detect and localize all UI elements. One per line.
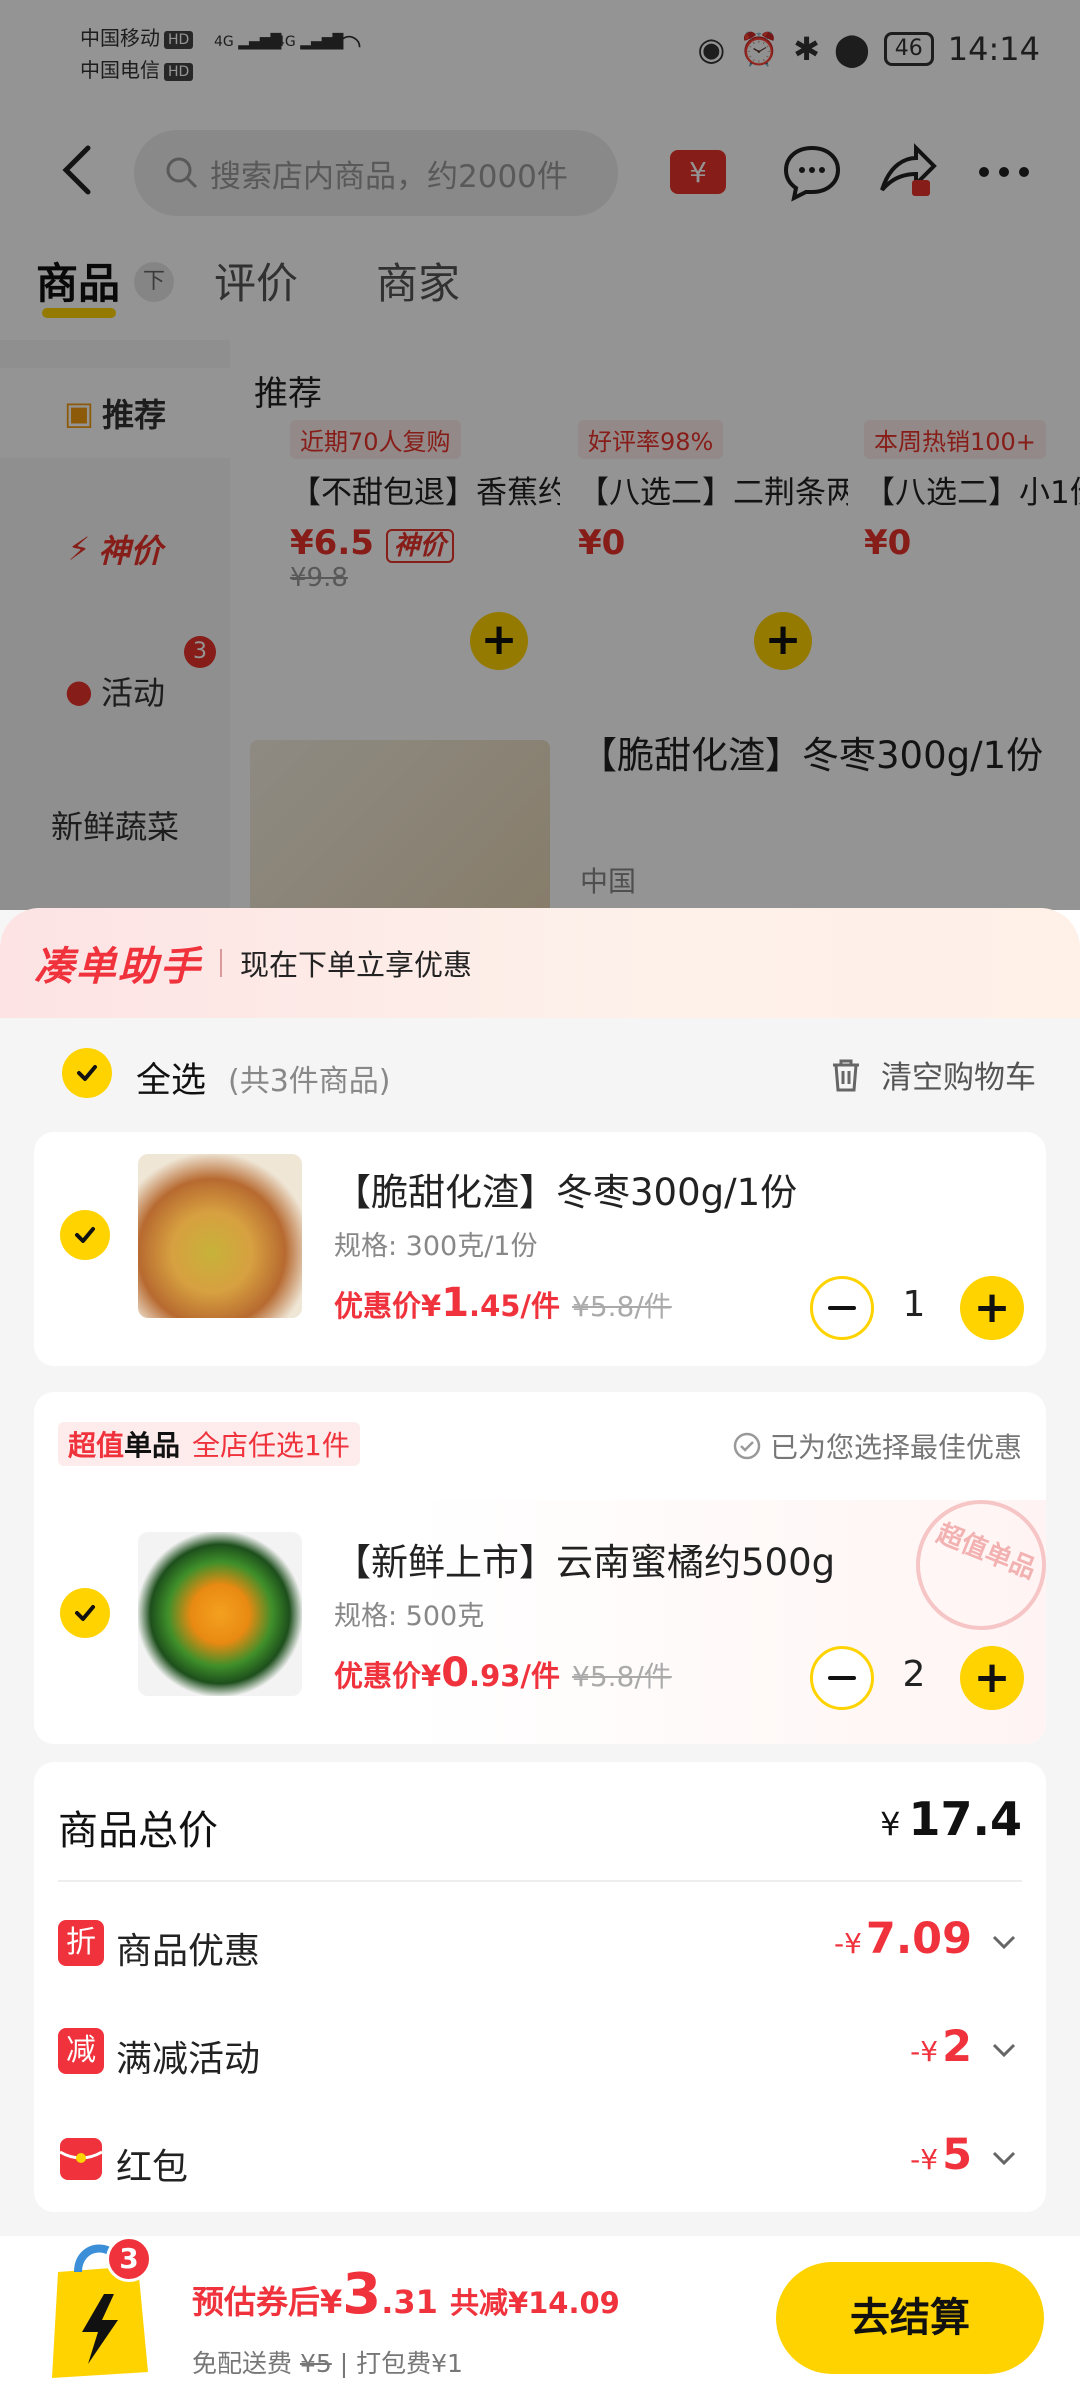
deal-item-card: 超值 单品 全店任选1件 已为您选择最佳优惠 超值单品 【新鲜上市】云南蜜橘约5… bbox=[34, 1392, 1046, 1744]
deal-any: 全店任选1件 bbox=[192, 1429, 350, 1462]
discount-label: 满减活动 bbox=[116, 2039, 261, 2080]
total-value: 17.4 bbox=[908, 1792, 1023, 1846]
price-integer: 1 bbox=[441, 1280, 470, 1326]
currency: ¥ bbox=[880, 1805, 901, 1843]
deal-tag: 超值 bbox=[68, 1429, 125, 1462]
item-checkbox[interactable] bbox=[60, 1210, 110, 1260]
item-spec: 规格: 500克 bbox=[334, 1601, 485, 1632]
est-label: 预估券后 bbox=[192, 2283, 321, 2321]
est-integer: 3 bbox=[342, 2262, 382, 2327]
deal-header: 超值 单品 全店任选1件 bbox=[58, 1422, 360, 1466]
deal-stamp: 超值单品 bbox=[896, 1480, 1046, 1650]
price-summary: 商品总价 ¥17.4 折 商品优惠 -¥7.09 减 满减活动 -¥2 红包 -… bbox=[34, 1762, 1046, 2212]
chevron-down-icon bbox=[992, 1935, 1016, 1950]
old-price: ¥5.8/件 bbox=[572, 1290, 672, 1323]
decrease-quantity-button[interactable] bbox=[810, 1276, 874, 1340]
discount-label: 商品优惠 bbox=[116, 1931, 261, 1972]
delivery-fee: ¥5 bbox=[299, 2349, 332, 2378]
dim-overlay[interactable] bbox=[0, 0, 1080, 910]
item-spec: 规格: 300克/1份 bbox=[334, 1231, 538, 1262]
select-all-checkbox[interactable] bbox=[62, 1048, 112, 1098]
item-checkbox[interactable] bbox=[60, 1588, 110, 1638]
quantity-value: 2 bbox=[902, 1654, 926, 1695]
divider bbox=[220, 949, 222, 977]
discount-row-threshold[interactable]: 减 满减活动 -¥2 bbox=[58, 2022, 1022, 2082]
item-title: 【脆甜化渣】冬枣300g/1份 bbox=[334, 1171, 798, 1214]
fee-info: 免配送费 ¥5 | 打包费¥1 bbox=[192, 2344, 463, 2380]
price-label: 优惠价 bbox=[334, 1659, 422, 1693]
select-all-row: 全选 (共3件商品) 清空购物车 bbox=[0, 1018, 1080, 1128]
currency: ¥ bbox=[421, 1659, 442, 1693]
item-title: 【新鲜上市】云南蜜橘约500g bbox=[334, 1541, 836, 1584]
discount-prefix: -¥ bbox=[910, 2143, 939, 2176]
chevron-down-icon bbox=[992, 2043, 1016, 2058]
total-label: 商品总价 bbox=[58, 1808, 218, 1854]
item-price: 优惠价¥0.93/件 ¥5.8/件 bbox=[334, 1650, 672, 1696]
discount-value: -¥7.09 bbox=[834, 1914, 972, 1964]
discount-row-product[interactable]: 折 商品优惠 -¥7.09 bbox=[58, 1914, 1022, 1974]
discount-value: -¥5 bbox=[910, 2130, 972, 2180]
price-decimal: .45/件 bbox=[469, 1289, 561, 1323]
discount-amount: 7.09 bbox=[865, 1914, 972, 1964]
discount-prefix: -¥ bbox=[910, 2035, 939, 2068]
sheet-logo: 凑单助手 bbox=[34, 944, 202, 990]
discount-label: 红包 bbox=[116, 2147, 189, 2188]
discount-icon: 减 bbox=[58, 2028, 104, 2074]
trash-icon bbox=[833, 1059, 859, 1091]
select-all-label: 全选 bbox=[136, 1061, 207, 1101]
cart-count-badge: 3 bbox=[106, 2236, 152, 2282]
price-label: 优惠价 bbox=[334, 1289, 422, 1323]
checkout-button[interactable]: 去结算 bbox=[776, 2262, 1044, 2374]
increase-quantity-button[interactable]: + bbox=[960, 1646, 1024, 1710]
check-icon bbox=[75, 1227, 95, 1243]
best-offer-label: 已为您选择最佳优惠 bbox=[769, 1431, 1022, 1464]
sheet-header: 凑单助手 现在下单立享优惠 bbox=[0, 908, 1080, 1018]
chevron-down-icon bbox=[992, 2151, 1016, 2166]
discount-amount: 5 bbox=[942, 2130, 972, 2180]
quantity-value: 1 bbox=[902, 1284, 926, 1325]
discount-amount: 2 bbox=[942, 2022, 972, 2072]
currency: ¥ bbox=[421, 1289, 442, 1323]
tangerine-thumbnail bbox=[138, 1532, 302, 1696]
cart-item: 【脆甜化渣】冬枣300g/1份 规格: 300克/1份 优惠价¥1.45/件 ¥5… bbox=[34, 1132, 1046, 1366]
currency: ¥ bbox=[320, 2283, 343, 2321]
check-circle-icon bbox=[733, 1432, 761, 1460]
clear-cart-label: 清空购物车 bbox=[881, 1060, 1036, 1096]
price-decimal: .93/件 bbox=[469, 1659, 561, 1693]
price-integer: 0 bbox=[441, 1650, 470, 1696]
deal-single: 单品 bbox=[124, 1429, 181, 1462]
checkout-bar: 3 预估券后¥3.31 共减¥14.09 免配送费 ¥5 | 打包费¥1 去结算 bbox=[0, 2236, 1080, 2400]
clear-cart-button[interactable]: 清空购物车 bbox=[829, 1052, 1036, 1097]
total-price: ¥17.4 bbox=[880, 1792, 1022, 1846]
discount-value: -¥2 bbox=[910, 2022, 972, 2072]
total-saving: 共减¥14.09 bbox=[449, 2286, 620, 2320]
discount-row-redpacket[interactable]: 红包 -¥5 bbox=[58, 2130, 1022, 2190]
decrease-quantity-button[interactable] bbox=[810, 1646, 874, 1710]
divider bbox=[58, 1880, 1022, 1882]
sheet-subtitle: 现在下单立享优惠 bbox=[240, 948, 473, 982]
best-offer-note: 已为您选择最佳优惠 bbox=[732, 1426, 1022, 1466]
est-decimal: .31 bbox=[381, 2283, 438, 2321]
fee-prefix: 免配送费 bbox=[192, 2349, 293, 2378]
old-price: ¥5.8/件 bbox=[572, 1660, 672, 1693]
check-icon bbox=[77, 1065, 97, 1081]
packing-fee: | 打包费¥1 bbox=[331, 2349, 463, 2378]
cart-sheet: 凑单助手 现在下单立享优惠 全选 (共3件商品) 清空购物车 【脆甜化渣】冬枣3… bbox=[0, 908, 1080, 2400]
red-packet-icon bbox=[59, 2138, 103, 2180]
item-price: 优惠价¥1.45/件 ¥5.8/件 bbox=[334, 1280, 672, 1326]
item-count: (共3件商品) bbox=[228, 1064, 391, 1099]
check-icon bbox=[75, 1605, 95, 1621]
discount-prefix: -¥ bbox=[833, 1927, 862, 1960]
jujube-thumbnail bbox=[138, 1154, 302, 1318]
estimated-price: 预估券后¥3.31 共减¥14.09 bbox=[192, 2262, 620, 2327]
discount-icon: 折 bbox=[58, 1920, 104, 1966]
increase-quantity-button[interactable]: + bbox=[960, 1276, 1024, 1340]
